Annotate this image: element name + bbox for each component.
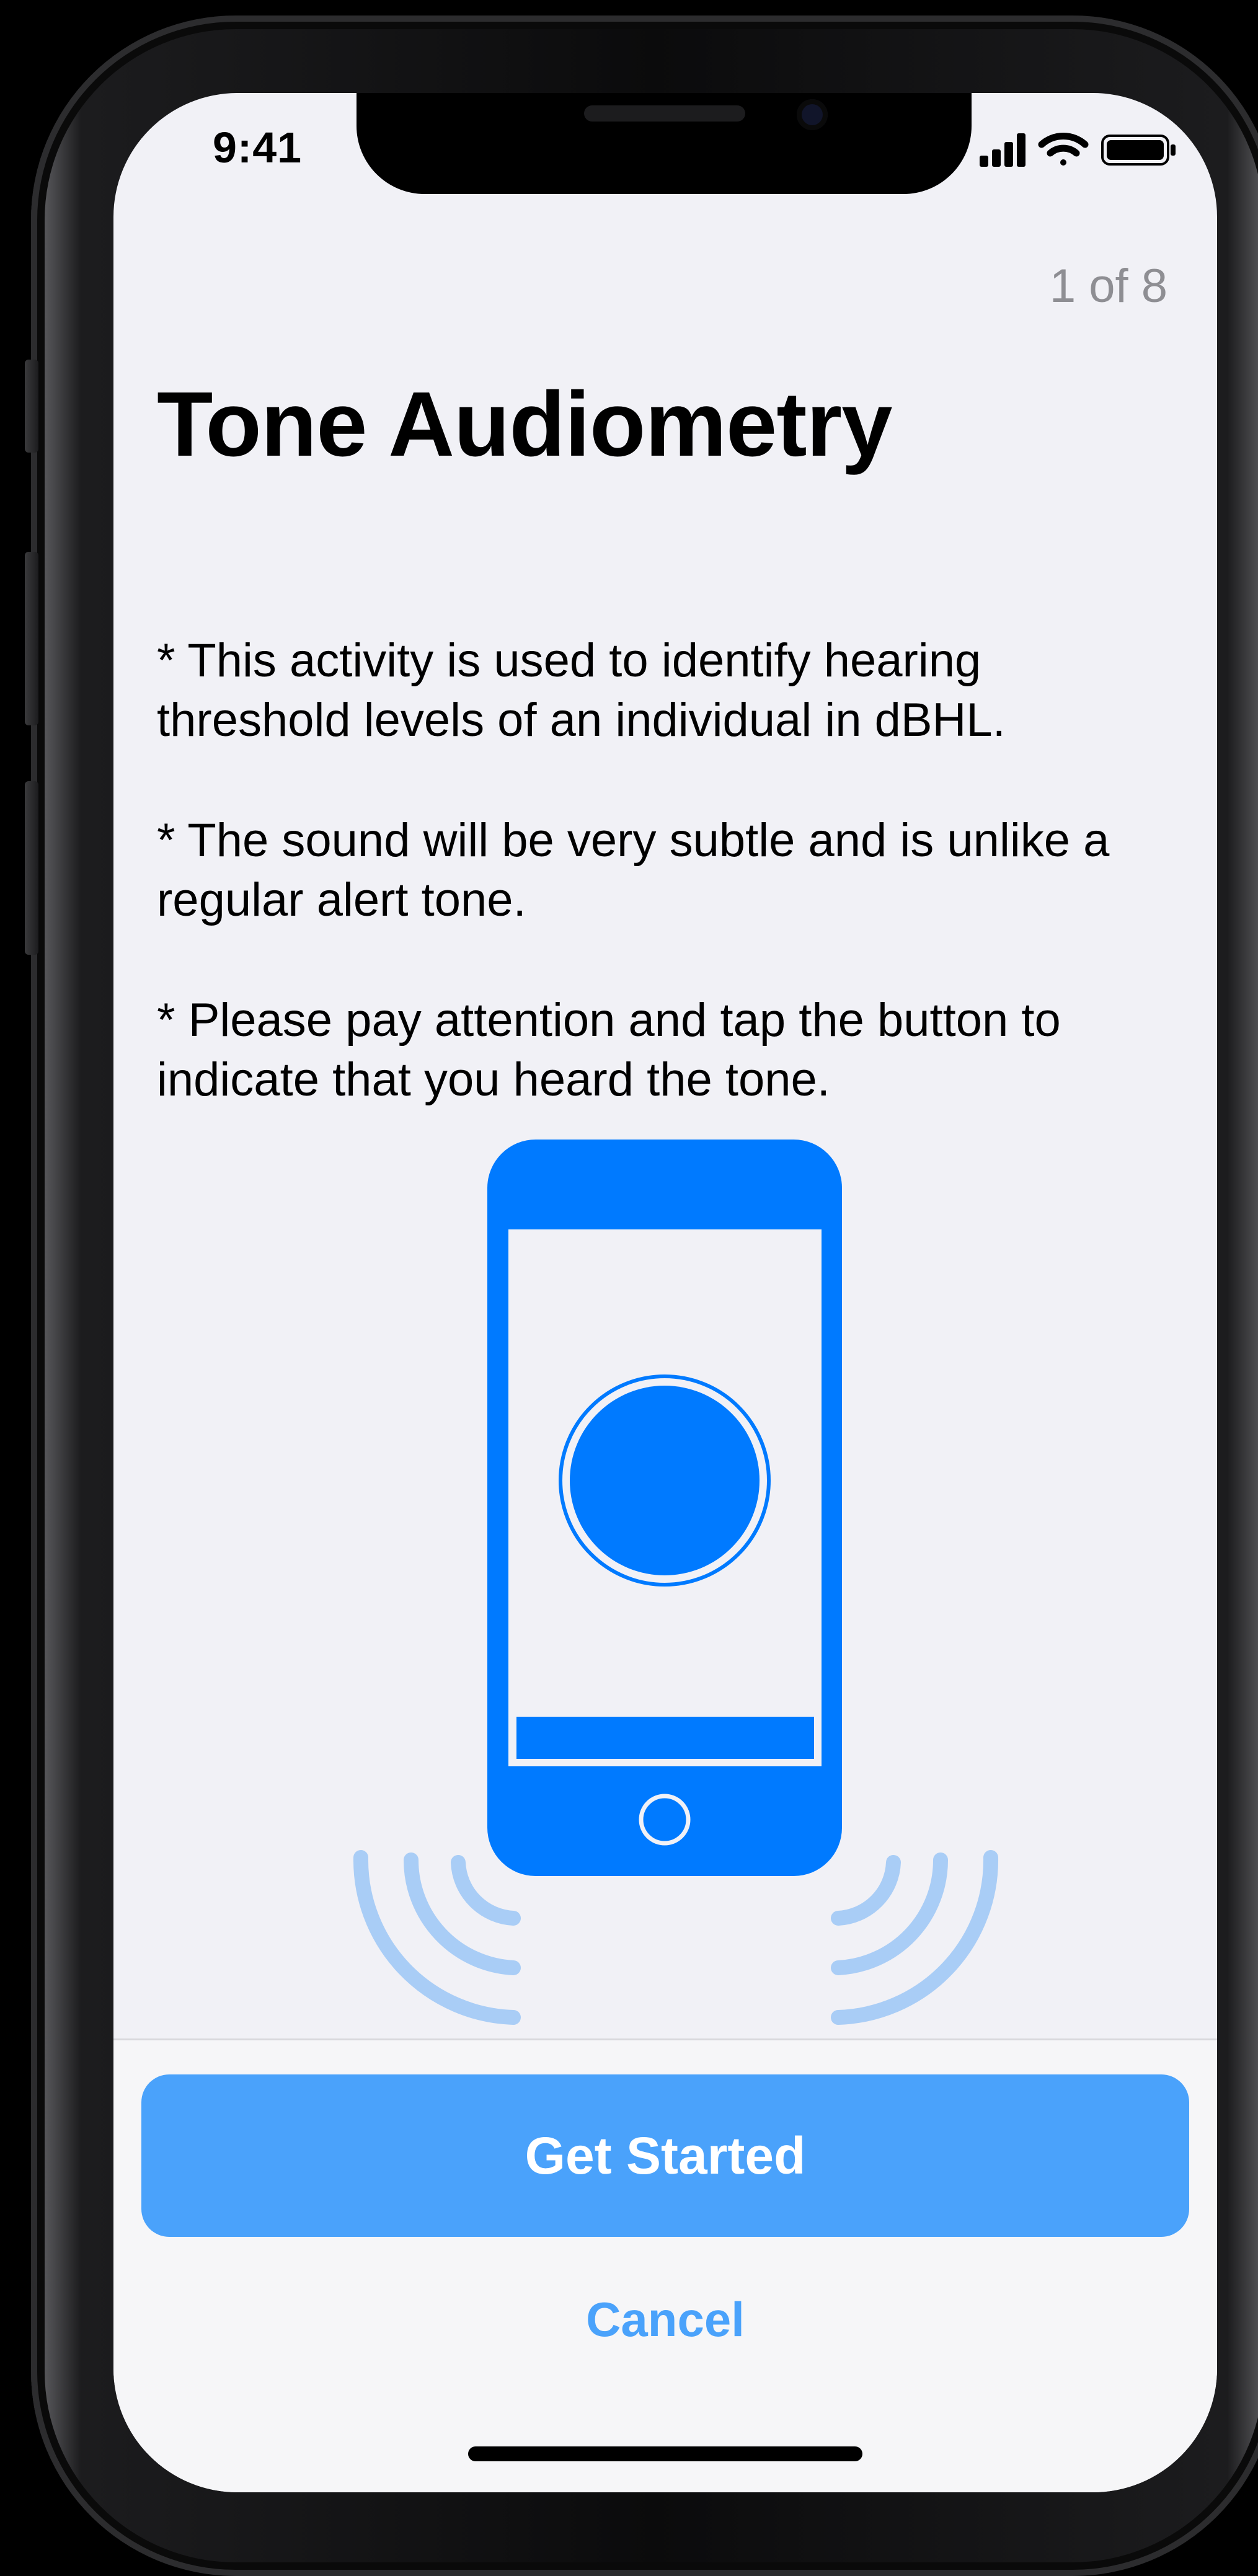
status-icons	[978, 127, 1183, 170]
status-time: 9:41	[213, 123, 303, 172]
notch	[357, 93, 972, 194]
home-indicator[interactable]	[468, 2446, 862, 2461]
battery-icon	[1101, 135, 1176, 166]
sound-waves-left-icon	[353, 1850, 521, 2025]
sound-waves-right-icon	[831, 1850, 999, 2025]
volume-up-button	[25, 552, 38, 725]
wifi-icon	[1038, 133, 1089, 166]
silent-switch	[25, 360, 38, 453]
volume-down-button	[25, 781, 38, 955]
get-started-button[interactable]: Get Started	[141, 2074, 1189, 2237]
cancel-button[interactable]: Cancel	[479, 2279, 851, 2360]
instruction-text: * The sound will be very subtle and is u…	[157, 814, 1110, 926]
instruction-text: * This activity is used to identify hear…	[157, 634, 1006, 746]
page-title: Tone Audiometry	[157, 373, 892, 476]
step-counter: 1 of 8	[1049, 260, 1167, 312]
cellular-signal-icon	[980, 133, 1025, 167]
bottom-action-panel: Get Started Cancel	[113, 2038, 1217, 2492]
earpiece-speaker	[584, 105, 745, 122]
front-camera	[797, 99, 828, 130]
screen: 9:41 1 of 8 Tone Audiometry * This activ…	[113, 93, 1217, 2492]
instruction-text: * Please pay attention and tap the butto…	[157, 994, 1061, 1106]
phone-icon	[487, 1140, 842, 1876]
